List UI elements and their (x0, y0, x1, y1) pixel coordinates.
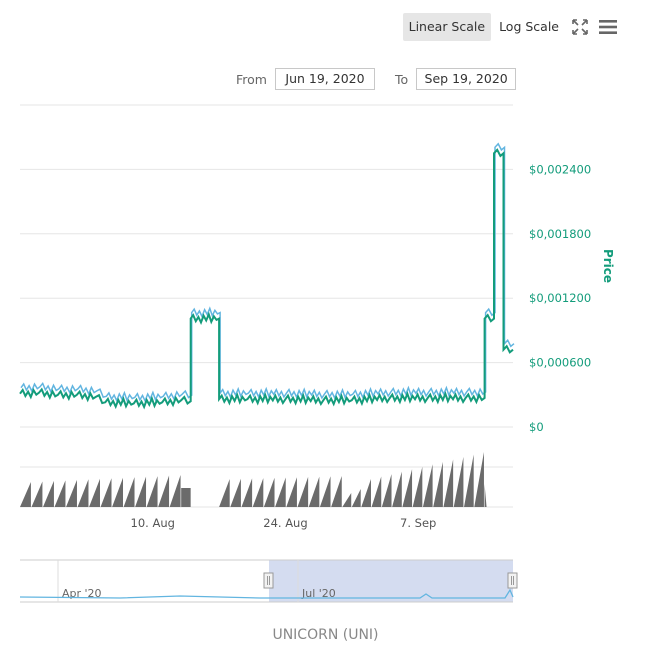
navigator: Apr '20 Jul '20 (19, 559, 518, 603)
price-line (19, 148, 514, 410)
navigator-handle-right[interactable] (507, 572, 518, 589)
y-tick-label: $0,001200 (529, 291, 591, 305)
price-chart: $0 $0,000600 $0,001200 $0,001800 $0,002400 1… (19, 104, 615, 603)
volume-series (20, 452, 487, 507)
y-tick-label: $0,000600 (529, 356, 591, 370)
x-tick-label: 10. Aug (131, 516, 175, 530)
y-tick-label: $0 (529, 420, 544, 434)
x-tick-label: 24. Aug (263, 516, 307, 530)
x-tick-label: 7. Sep (400, 516, 436, 530)
chart-credit: UNICORN (UNI) (272, 627, 379, 643)
y-axis-label: Price (601, 249, 615, 283)
y-tick-label: $0,001800 (529, 227, 591, 241)
y-tick-label: $0,002400 (529, 162, 591, 176)
volume-bars (20, 452, 487, 507)
navigator-handle-left[interactable] (263, 572, 274, 589)
